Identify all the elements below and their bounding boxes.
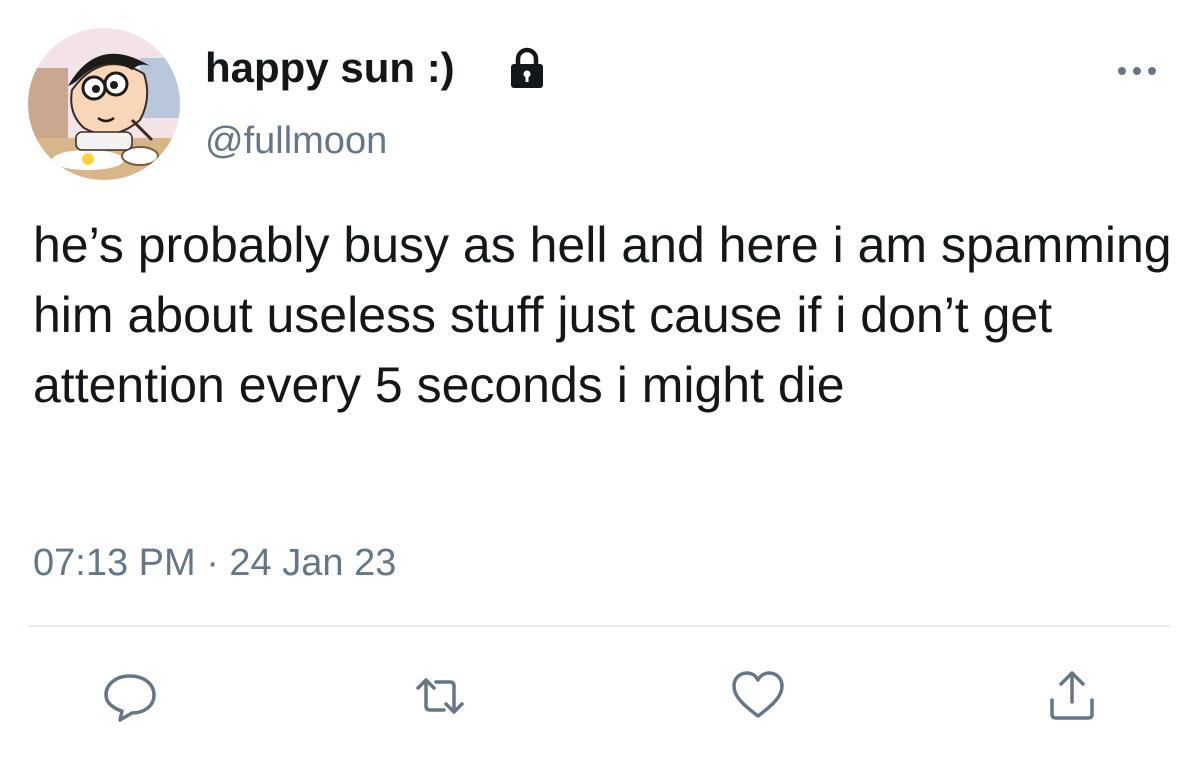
- lock-icon: [508, 47, 546, 89]
- tweet-timestamp[interactable]: 07:13 PM · 24 Jan 23: [33, 540, 396, 586]
- more-horizontal-icon[interactable]: [1114, 60, 1160, 82]
- display-name[interactable]: happy sun :): [205, 42, 455, 94]
- reply-icon[interactable]: [102, 668, 158, 724]
- divider: [28, 625, 1170, 627]
- avatar[interactable]: [28, 28, 180, 180]
- share-icon[interactable]: [1044, 668, 1100, 724]
- like-icon[interactable]: [730, 668, 786, 724]
- tweet-text: he’s probably busy as hell and here i am…: [33, 217, 1172, 413]
- retweet-icon[interactable]: [412, 668, 468, 724]
- user-handle[interactable]: @fullmoon: [205, 118, 387, 164]
